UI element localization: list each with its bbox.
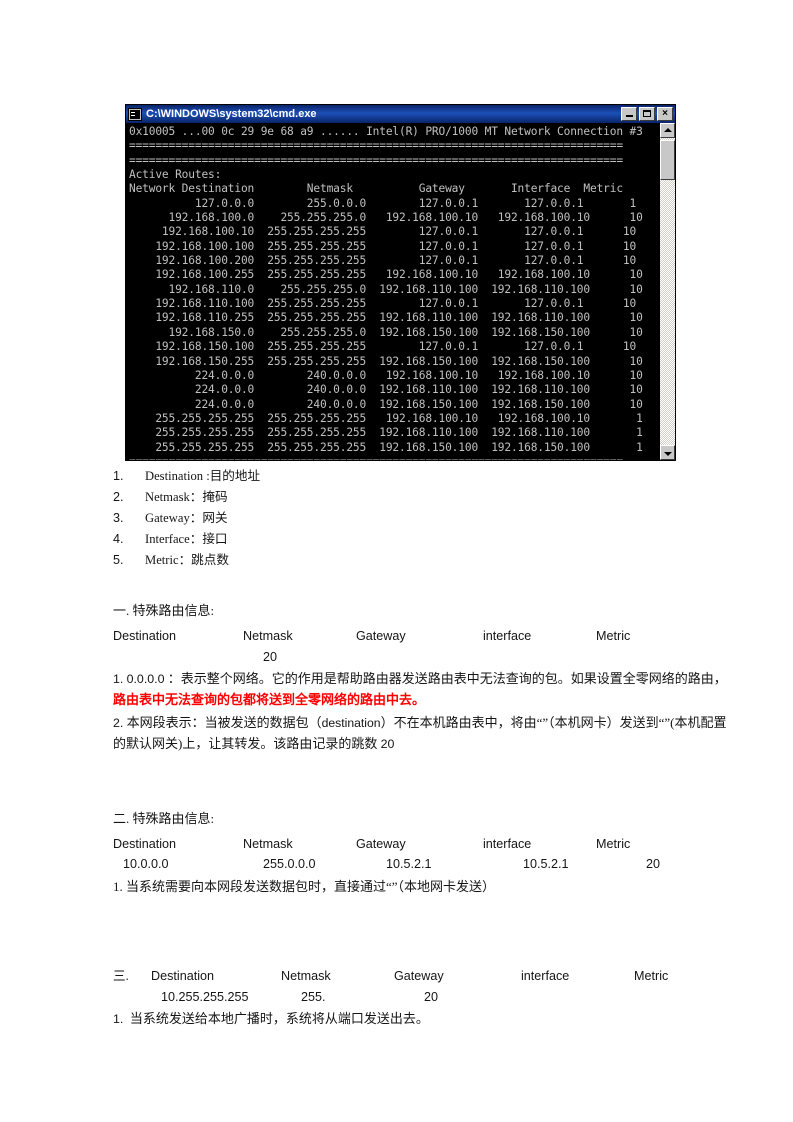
list-item-number: 5. [113,553,124,567]
maximize-button[interactable] [639,107,655,121]
section-three-item-1: 1. 当系统发送给本地广播时，系统将从端口发送出去。 [113,1009,733,1030]
column-header-destination: Destination [113,629,177,644]
section-two-column-headers: Destination Netmask Gateway interface Me… [113,836,733,854]
cell-netmask: 20 [263,649,278,664]
console-app-icon [128,107,142,121]
list-item-number: 2. [113,490,124,504]
scrollbar-thumb[interactable] [660,140,675,180]
scroll-down-arrow-icon[interactable] [660,445,675,460]
section-three-column-headers: 三. Destination Netmask Gateway interface… [113,968,733,986]
field-definition-list: 1. Destination :目的地址 2. Netmask：掩码 3. Ga… [113,468,733,569]
cell-destination: 10.255.255.255 [161,989,249,1004]
console-output-text: 0x10005 ...00 0c 29 9e 68 a9 ...... Inte… [129,125,643,460]
column-header-netmask: Netmask [243,629,293,644]
list-item: 2. Netmask：掩码 [113,489,733,506]
column-header-interface: interface [483,836,532,851]
cmd-console-window: C:\WINDOWS\system32\cmd.exe × 0x10005 ..… [125,104,676,461]
cell-netmask: 255.0.0.0 [263,857,316,872]
item-metric-value: 20 [380,736,395,751]
list-item: 1. Destination :目的地址 [113,468,733,485]
list-item-label: Netmask：掩码 [145,490,228,504]
scroll-up-arrow-icon[interactable] [660,123,675,138]
section-one-heading: 一. 特殊路由信息: [113,603,215,618]
column-header-gateway: Gateway [356,836,406,851]
item-text-a: 本网段表示：当被发送的数据包（ [126,715,322,731]
section-three-data-row: 10.255.255.255 255. 20 [113,989,733,1007]
list-item: 3. Gateway：网关 [113,510,733,527]
list-item-label: Interface：接口 [145,532,228,546]
list-item-number: 4. [113,532,124,546]
cell-destination: 10.0.0.0 [123,857,169,872]
column-header-metric: Metric [596,629,631,644]
column-header-interface: interface [483,629,532,644]
window-controls: × [621,107,674,121]
cell-metric [674,989,764,1007]
cell-metric [636,649,726,667]
list-item-number: 3. [113,511,124,525]
cell-interface [513,649,636,667]
column-header-gateway: Gateway [356,629,406,644]
item-value: 0.0.0.0 [126,672,165,687]
section-two-data-row: 10.0.0.0 255.0.0.0 10.5.2.1 10.5.2.1 20 [113,856,733,874]
section-one-item-2: 2. 本网段表示：当被发送的数据包（destination）不在本机路由表中，将… [113,713,733,755]
column-header-metric: Metric [634,968,669,983]
minimize-button[interactable] [621,107,637,121]
item-text-highlight: 路由表中无法查询的包都将送到全零网络的路由中去。 [113,692,426,708]
cell-netmask: 255. [301,989,326,1004]
column-header-destination: Destination [113,836,177,851]
console-vertical-scrollbar[interactable] [659,123,675,460]
item-number: 2. [113,716,124,731]
cell-gateway [376,649,513,667]
cell-spacer [113,989,151,1007]
console-titlebar[interactable]: C:\WINDOWS\system32\cmd.exe × [126,105,675,123]
column-header-gateway: Gateway [394,968,444,983]
item-number: 1. [113,672,124,687]
item-text-latin: destination [321,716,381,731]
column-header-interface: interface [521,968,570,983]
cell-interface: 10.5.2.1 [523,857,569,872]
list-item-label: Metric：跳点数 [145,553,229,567]
list-item: 5. Metric：跳点数 [113,552,733,569]
section-one-item-1: 1. 0.0.0.0 ：表示整个网络。它的作用是帮助路由器发送路由表中无法查询的… [113,669,733,711]
list-item: 4. Interface：接口 [113,531,733,548]
list-item-label: Destination :目的地址 [145,469,261,483]
list-item-label: Gateway：网关 [145,511,228,525]
list-item-number: 1. [113,469,124,483]
close-icon: × [662,108,668,119]
section-two-item-1: 1. 当系统需要向本网段发送数据包时，直接通过“”（本地网卡发送） [113,879,496,895]
section-one-column-headers: Destination Netmask Gateway interface Me… [113,628,733,646]
cell-destination [113,649,253,667]
column-header-destination: Destination [151,968,215,983]
close-button[interactable]: × [657,107,673,121]
cell-gateway: 10.5.2.1 [386,857,432,872]
console-body: 0x10005 ...00 0c 29 9e 68 a9 ...... Inte… [126,123,675,460]
cell-gateway: 20 [424,989,439,1004]
column-header-netmask: Netmask [243,836,293,851]
section-two-heading: 二. 特殊路由信息: [113,810,215,826]
item-text: ：表示整个网络。它的作用是帮助路由器发送路由表中无法查询的包。如果设置全零网络的… [167,671,727,687]
column-header-metric: Metric [596,836,631,851]
column-header-netmask: Netmask [281,968,331,983]
cell-metric: 20 [646,857,661,872]
document-content: 1. Destination :目的地址 2. Netmask：掩码 3. Ga… [0,468,793,1032]
item-text: 当系统发送给本地广播时，系统将从端口发送出去。 [129,1011,429,1027]
section-one-data-row: 20 [113,649,733,667]
item-number: 1. [113,1012,124,1027]
section-three-marker: 三. [113,968,129,983]
console-title: C:\WINDOWS\system32\cmd.exe [146,108,317,120]
cell-interface [551,989,674,1007]
